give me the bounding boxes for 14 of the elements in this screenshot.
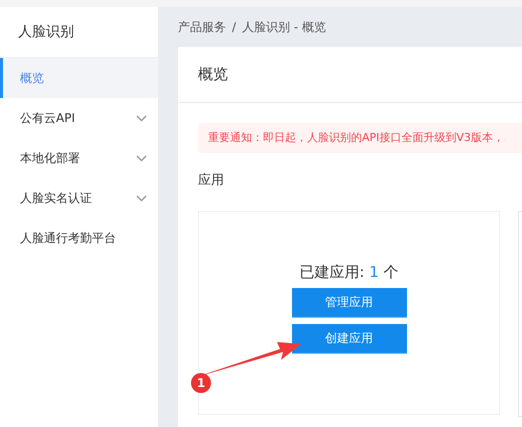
sidebar-item[interactable]: 概览 <box>0 58 158 98</box>
action-button[interactable]: 管理应用 <box>292 288 406 318</box>
breadcrumb-item[interactable]: 人脸识别 - 概览 <box>242 18 326 36</box>
sidebar-item[interactable]: 人脸实名认证 <box>0 178 158 218</box>
notice-banner: 重要通知：即日起，人脸识别的API接口全面升级到V3版本， <box>198 123 522 153</box>
sidebar-item[interactable]: 人脸通行考勤平台 <box>0 218 158 258</box>
sidebar-item[interactable]: 本地化部署 <box>0 138 158 178</box>
breadcrumb-item[interactable]: 产品服务 <box>178 18 226 36</box>
sidebar-item[interactable]: 公有云API <box>0 98 158 138</box>
action-button[interactable]: 创建应用 <box>292 324 406 354</box>
page-title: 概览 <box>198 65 228 84</box>
app-count-text: 已建应用: 1 个 <box>299 262 399 282</box>
section-title: 应用 <box>198 172 225 190</box>
breadcrumb-separator: / <box>232 20 236 34</box>
